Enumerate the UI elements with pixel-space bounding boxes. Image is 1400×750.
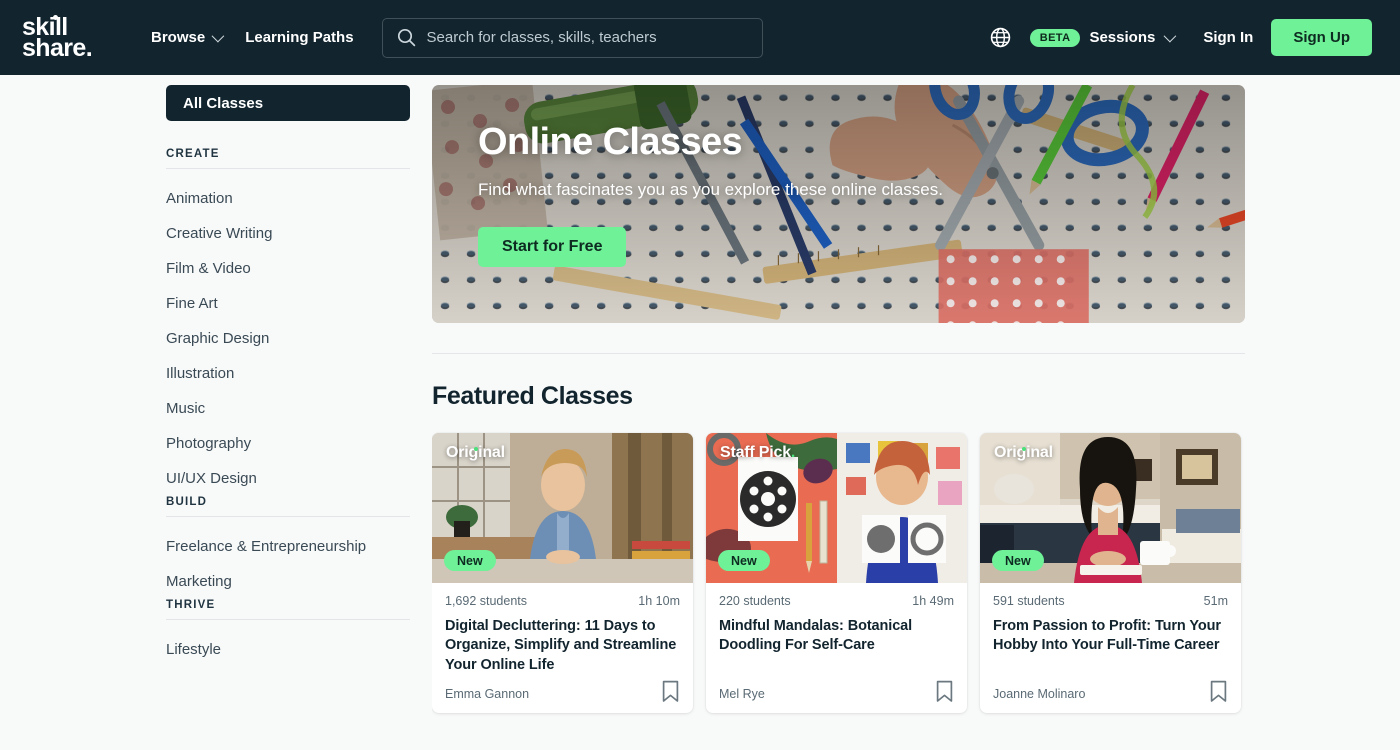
class-meta: 1,692 students 1h 10m	[445, 594, 680, 608]
bookmark-icon[interactable]	[1209, 680, 1228, 703]
sidebar-item-fine-art[interactable]: Fine Art	[166, 286, 410, 321]
sidebar-group-build: BUILD Freelance & Entrepreneurship Marke…	[166, 496, 410, 599]
student-count: 220 students	[719, 594, 791, 608]
chevron-down-icon	[1163, 29, 1177, 43]
class-thumbnail: Original New	[980, 433, 1241, 583]
class-thumbnail: Original New	[432, 433, 693, 583]
sidebar-item-creative-writing[interactable]: Creative Writing	[166, 216, 410, 251]
nav-item-browse-label: Browse	[151, 29, 206, 46]
sidebar-item-freelance-entrepreneurship[interactable]: Freelance & Entrepreneurship	[166, 529, 410, 564]
sidebar-item-film-video[interactable]: Film & Video	[166, 251, 410, 286]
sidebar-item-all-classes[interactable]: All Classes	[166, 85, 410, 121]
sidebar-item-illustration[interactable]: Illustration	[166, 356, 410, 391]
class-card[interactable]: Original New 591 students 51m From Passi…	[980, 433, 1241, 713]
nav-item-learning-paths[interactable]: Learning Paths	[245, 29, 353, 46]
skillshare-logo[interactable]: skill share.	[22, 14, 118, 62]
sessions-menu[interactable]: BETA Sessions	[1029, 28, 1177, 47]
new-badge: New	[718, 549, 770, 571]
class-duration: 1h 49m	[912, 594, 954, 608]
card-badge: Staff Pick.	[720, 444, 795, 462]
sidebar-section-title: BUILD	[166, 496, 410, 517]
hero-subtitle: Find what fascinates you as you explore …	[478, 180, 943, 199]
class-card-body: 1,692 students 1h 10m Digital Declutteri…	[432, 583, 693, 713]
search-input[interactable]	[426, 29, 748, 46]
sidebar-item-lifestyle[interactable]: Lifestyle	[166, 632, 410, 667]
bookmark-icon[interactable]	[935, 680, 954, 703]
class-meta: 591 students 51m	[993, 594, 1228, 608]
sidebar-section-title: CREATE	[166, 148, 410, 169]
hero-banner: Online Classes Find what fascinates you …	[432, 85, 1245, 323]
card-badge-label: Staff Pick.	[720, 444, 796, 461]
logo-dot	[53, 14, 58, 20]
student-count: 591 students	[993, 594, 1065, 608]
sign-in-link[interactable]: Sign In	[1203, 29, 1253, 46]
sidebar-item-animation[interactable]: Animation	[166, 181, 410, 216]
sidebar-item-photography[interactable]: Photography	[166, 426, 410, 461]
badge-accent-dot	[1022, 447, 1026, 451]
class-card-footer: Emma Gannon	[445, 680, 680, 703]
class-card[interactable]: Original New 1,692 students 1h 10m Digit…	[432, 433, 693, 713]
beta-badge: BETA	[1029, 28, 1081, 47]
start-for-free-button[interactable]: Start for Free	[478, 227, 627, 267]
class-card-footer: Mel Rye	[719, 680, 954, 703]
class-card-body: 591 students 51m From Passion to Profit:…	[980, 583, 1241, 713]
sidebar-section-title: THRIVE	[166, 599, 410, 620]
site-header: skill share. Browse Learning Paths BETA …	[0, 0, 1400, 75]
hero-content: Online Classes Find what fascinates you …	[432, 85, 1245, 267]
main-column: Online Classes Find what fascinates you …	[432, 75, 1400, 750]
sidebar-group-create: CREATE Animation Creative Writing Film &…	[166, 148, 410, 496]
class-duration: 51m	[1203, 594, 1228, 608]
page-content: All Classes CREATE Animation Creative Wr…	[0, 75, 1400, 750]
class-title[interactable]: Digital Decluttering: 11 Days to Organiz…	[445, 617, 680, 675]
class-thumbnail: Staff Pick. New	[706, 433, 967, 583]
sign-up-button[interactable]: Sign Up	[1271, 19, 1372, 56]
student-count: 1,692 students	[445, 594, 528, 608]
category-sidebar: All Classes CREATE Animation Creative Wr…	[0, 75, 432, 750]
logo-line-2: share.	[22, 33, 93, 62]
class-author[interactable]: Emma Gannon	[445, 687, 529, 703]
hero-title: Online Classes	[478, 121, 743, 163]
class-card[interactable]: Staff Pick. New 220 students 1h 49m Mind…	[706, 433, 967, 713]
badge-accent-dot	[474, 447, 478, 451]
class-card-footer: Joanne Molinaro	[993, 680, 1228, 703]
card-badge: Original	[994, 444, 1053, 462]
sidebar-item-ui-ux-design[interactable]: UI/UX Design	[166, 461, 410, 496]
sidebar-item-marketing[interactable]: Marketing	[166, 564, 410, 599]
class-title[interactable]: Mindful Mandalas: Botanical Doodling For…	[719, 617, 954, 656]
featured-classes-heading: Featured Classes	[432, 382, 633, 410]
search-icon	[397, 28, 415, 47]
nav-item-browse[interactable]: Browse	[151, 29, 225, 46]
featured-classes-list: Original New 1,692 students 1h 10m Digit…	[432, 433, 1245, 713]
class-title[interactable]: From Passion to Profit: Turn Your Hobby …	[993, 617, 1228, 656]
primary-nav: Browse Learning Paths	[151, 29, 354, 46]
class-card-body: 220 students 1h 49m Mindful Mandalas: Bo…	[706, 583, 967, 713]
header-actions: BETA Sessions Sign In Sign Up	[989, 19, 1372, 56]
section-divider	[432, 353, 1245, 354]
class-author[interactable]: Mel Rye	[719, 687, 765, 703]
class-author[interactable]: Joanne Molinaro	[993, 687, 1085, 703]
sidebar-group-thrive: THRIVE Lifestyle	[166, 599, 410, 667]
class-duration: 1h 10m	[638, 594, 680, 608]
nav-item-learning-paths-label: Learning Paths	[245, 29, 354, 46]
sidebar-item-music[interactable]: Music	[166, 391, 410, 426]
card-badge: Original	[446, 444, 505, 462]
new-badge: New	[444, 549, 496, 571]
bookmark-icon[interactable]	[661, 680, 680, 703]
sidebar-item-graphic-design[interactable]: Graphic Design	[166, 321, 410, 356]
new-badge: New	[992, 549, 1044, 571]
sessions-label: Sessions	[1089, 29, 1156, 46]
search-bar[interactable]	[381, 17, 763, 58]
chevron-down-icon	[211, 29, 225, 43]
globe-icon[interactable]	[989, 26, 1012, 49]
class-meta: 220 students 1h 49m	[719, 594, 954, 608]
